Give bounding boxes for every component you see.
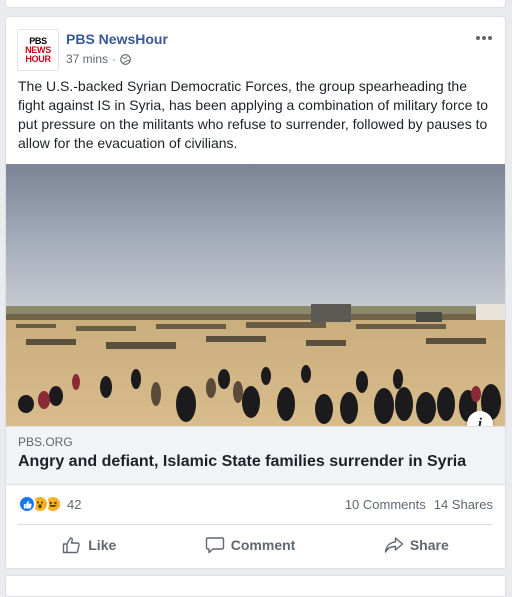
post-card: PBS NEWS HOUR PBS NewsHour 37 mins · The… — [5, 16, 506, 569]
link-title[interactable]: Angry and defiant, Islamic State familie… — [18, 453, 466, 471]
reactions-summary[interactable]: 42 — [18, 495, 81, 513]
meta-separator: · — [112, 52, 117, 66]
link-domain: PBS.ORG — [18, 435, 73, 449]
share-icon — [384, 537, 404, 553]
actions-divider — [18, 524, 493, 525]
previous-post-card — [5, 0, 506, 8]
post-time[interactable]: 37 mins — [66, 52, 108, 66]
comment-label: Comment — [230, 537, 296, 553]
globe-icon — [120, 53, 131, 65]
logo-text-hour: HOUR — [25, 53, 51, 64]
post-text: The U.S.-backed Syrian Democratic Forces… — [18, 78, 489, 151]
post-photo[interactable] — [6, 164, 505, 426]
share-label: Share — [409, 537, 449, 553]
post-header: PBS NEWS HOUR PBS NewsHour 37 mins · — [17, 29, 494, 71]
next-post-card — [5, 575, 506, 597]
like-reaction-icon — [18, 495, 36, 513]
shares-count[interactable]: 14 Shares — [434, 497, 493, 512]
page-logo[interactable]: PBS NEWS HOUR — [17, 29, 59, 71]
like-button[interactable]: Like — [42, 530, 136, 560]
thumbs-up-icon — [63, 537, 81, 554]
photo-illustration — [6, 164, 505, 426]
ellipsis-icon[interactable] — [474, 33, 494, 43]
reaction-count: 42 — [67, 496, 82, 512]
stats-right: 10 Comments 14 Shares — [345, 497, 493, 512]
post-meta: 37 mins · — [66, 52, 131, 66]
page-name-link[interactable]: PBS NewsHour — [66, 31, 168, 47]
share-button[interactable]: Share — [364, 530, 469, 560]
comments-count[interactable]: 10 Comments — [345, 497, 426, 512]
action-bar: Like Comment Share — [18, 529, 493, 561]
comment-button[interactable]: Comment — [185, 530, 316, 560]
link-preview[interactable]: PBS.ORG Angry and defiant, Islamic State… — [6, 426, 505, 485]
like-label: Like — [88, 537, 117, 553]
comment-icon — [205, 537, 224, 554]
engagement-stats: 42 10 Comments 14 Shares — [18, 493, 493, 515]
